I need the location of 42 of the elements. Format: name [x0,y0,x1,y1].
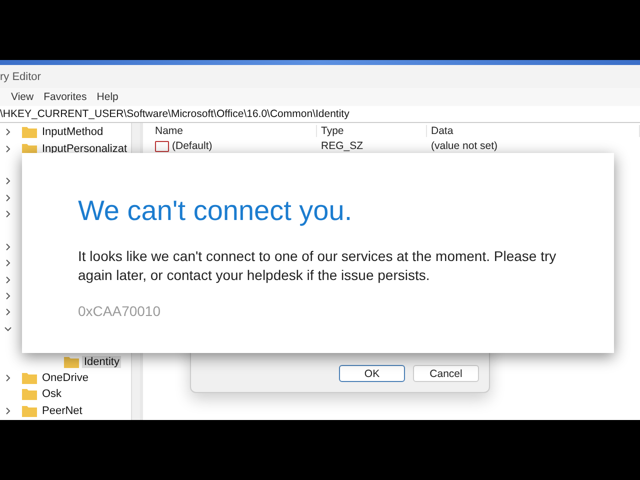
chevron-icon[interactable] [4,210,12,218]
tree-item[interactable]: Identity [82,356,122,368]
tree-item[interactable]: PeerNet [40,404,84,417]
dialog-title: We can't connect you. [78,195,354,227]
ok-button[interactable]: OK [339,365,405,382]
cancel-button[interactable]: Cancel [413,365,479,382]
table-cell: (Default) [151,140,317,152]
column-header[interactable]: Data [427,125,640,137]
folder-icon [64,356,79,368]
chevron-icon[interactable] [4,308,12,316]
window-title: ry Editor [0,70,41,82]
chevron-icon[interactable] [4,324,12,333]
menu-item[interactable]: View [6,91,39,103]
menu-item[interactable]: Help [92,91,124,103]
string-value-icon [155,140,169,152]
folder-icon [22,126,37,138]
chevron-icon[interactable] [4,144,12,153]
table-cell-text: REG_SZ [320,140,364,152]
address-bar[interactable]: \HKEY_CURRENT_USER\Software\Microsoft\Office\16.0\Common\Identity [0,106,640,123]
chevron-icon[interactable] [4,292,12,300]
chevron-icon[interactable] [4,128,12,136]
tree-item[interactable]: OneDrive [40,372,90,384]
tree-item[interactable]: InputPersonalizat [40,142,129,155]
folder-icon [22,372,37,384]
column-header[interactable]: Type [317,125,427,137]
column-header[interactable]: Name [151,125,317,137]
chevron-icon[interactable] [4,194,12,202]
chevron-icon[interactable] [4,276,12,284]
error-code: 0xCAA70010 [78,303,162,319]
chevron-icon[interactable] [4,259,12,268]
chevron-icon[interactable] [4,374,12,382]
folder-icon [22,388,37,400]
chevron-icon[interactable] [4,406,12,415]
tree-item[interactable]: InputMethod [40,126,106,138]
folder-icon [22,142,37,155]
chevron-icon[interactable] [4,177,12,186]
tree-item[interactable]: Osk [40,388,64,400]
chevron-icon[interactable] [4,242,12,251]
error-message: It looks like we can't connect to one of our services at the moment. Please try again later, or contact your helpdesk if the issue persists. [78,247,558,285]
table-cell-text: (value not set) [430,140,499,152]
folder-icon [22,404,37,417]
menu-item[interactable]: Favorites [38,91,92,103]
